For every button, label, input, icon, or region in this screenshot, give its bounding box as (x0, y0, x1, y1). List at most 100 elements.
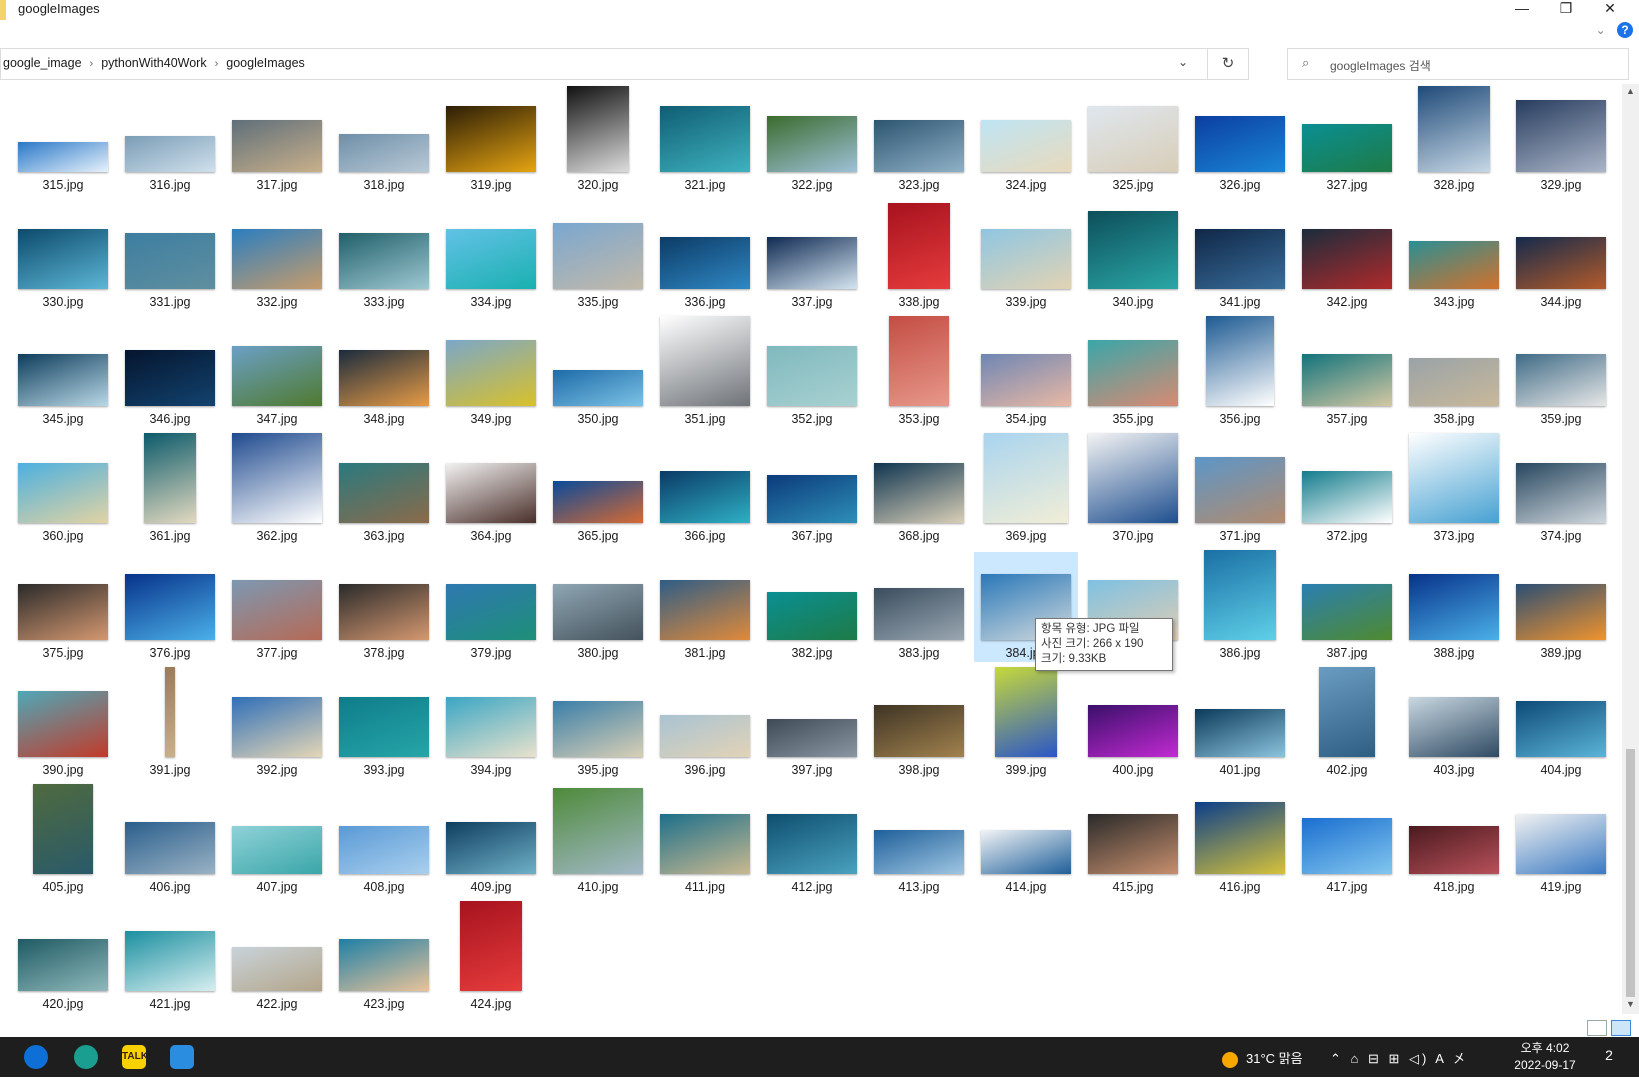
file-item[interactable]: 347.jpg (225, 318, 329, 428)
system-tray-icons[interactable]: ⌃ ⌂ ⊟ ⊞ ◁) A 㐅 (1330, 1048, 1469, 1088)
file-item[interactable]: 336.jpg (653, 201, 757, 311)
breadcrumb-pythonwith40work[interactable]: pythonWith40Work (101, 56, 206, 70)
chevron-right-icon[interactable]: › (90, 58, 94, 70)
file-item[interactable]: 317.jpg (225, 84, 329, 194)
file-item[interactable]: 365.jpg (546, 435, 650, 545)
refresh-button[interactable]: ↻ (1207, 49, 1248, 79)
search-input[interactable]: ⌕ googleImages 검색 (1287, 48, 1629, 80)
file-item[interactable]: 369.jpg (974, 433, 1078, 545)
file-item[interactable]: 322.jpg (760, 84, 864, 194)
file-item[interactable]: 357.jpg (1295, 318, 1399, 428)
file-item[interactable]: 318.jpg (332, 84, 436, 194)
file-item[interactable]: 400.jpg (1081, 669, 1185, 779)
notification-icon[interactable]: 2 (1598, 1047, 1620, 1067)
file-item[interactable]: 346.jpg (118, 318, 222, 428)
file-item[interactable]: 382.jpg (760, 552, 864, 662)
file-item[interactable]: 332.jpg (225, 201, 329, 311)
file-item[interactable]: 361.jpg (118, 433, 222, 545)
file-item[interactable]: 409.jpg (439, 786, 543, 896)
file-item[interactable]: 412.jpg (760, 786, 864, 896)
scroll-up-icon[interactable]: ▲ (1622, 86, 1639, 96)
file-item[interactable]: 423.jpg (332, 903, 436, 1013)
weather-widget[interactable]: 31°C 맑음 (1222, 1048, 1303, 1088)
file-item[interactable]: 416.jpg (1188, 786, 1292, 896)
file-item[interactable]: 377.jpg (225, 552, 329, 662)
large-icons-view-icon[interactable] (1611, 1020, 1631, 1036)
chevron-right-icon[interactable]: › (215, 58, 219, 70)
file-item[interactable]: 403.jpg (1402, 669, 1506, 779)
file-item[interactable]: 348.jpg (332, 318, 436, 428)
file-item[interactable]: 402.jpg (1295, 667, 1399, 779)
file-item[interactable]: 404.jpg (1509, 669, 1613, 779)
file-item[interactable]: 418.jpg (1402, 786, 1506, 896)
file-item[interactable]: 341.jpg (1188, 201, 1292, 311)
breadcrumb-googleimages[interactable]: googleImages (226, 56, 305, 70)
vertical-scrollbar[interactable]: ▲ ▼ (1622, 84, 1639, 1014)
file-item[interactable]: 378.jpg (332, 552, 436, 662)
file-item[interactable]: 316.jpg (118, 84, 222, 194)
file-item[interactable]: 398.jpg (867, 669, 971, 779)
file-item[interactable]: 388.jpg (1402, 552, 1506, 662)
file-item[interactable]: 368.jpg (867, 435, 971, 545)
file-item[interactable]: 393.jpg (332, 669, 436, 779)
file-item[interactable]: 356.jpg (1188, 316, 1292, 428)
file-item[interactable]: 327.jpg (1295, 84, 1399, 194)
file-item[interactable]: 363.jpg (332, 435, 436, 545)
file-item[interactable]: 397.jpg (760, 669, 864, 779)
file-item[interactable]: 328.jpg (1402, 84, 1506, 194)
file-item[interactable]: 372.jpg (1295, 435, 1399, 545)
file-item[interactable]: 414.jpg (974, 786, 1078, 896)
file-item[interactable]: 370.jpg (1081, 433, 1185, 545)
details-view-icon[interactable] (1587, 1020, 1607, 1036)
file-item[interactable]: 335.jpg (546, 201, 650, 311)
file-item[interactable]: 417.jpg (1295, 786, 1399, 896)
file-item[interactable]: 319.jpg (439, 84, 543, 194)
taskbar-app-kakaotalk[interactable]: TALK (114, 1041, 154, 1073)
file-item[interactable]: 360.jpg (11, 435, 115, 545)
file-item[interactable]: 354.jpg (974, 318, 1078, 428)
file-item[interactable]: 367.jpg (760, 435, 864, 545)
taskbar-app-edge[interactable] (66, 1041, 106, 1073)
maximize-button[interactable]: ❐ (1544, 0, 1588, 16)
file-item[interactable]: 340.jpg (1081, 201, 1185, 311)
file-item[interactable]: 330.jpg (11, 201, 115, 311)
file-item[interactable]: 408.jpg (332, 786, 436, 896)
file-item[interactable]: 415.jpg (1081, 786, 1185, 896)
taskbar-clock[interactable]: 오후 4:02 2022-09-17 (1505, 1040, 1585, 1074)
file-item[interactable]: 376.jpg (118, 552, 222, 662)
file-item[interactable]: 389.jpg (1509, 552, 1613, 662)
file-item[interactable]: 381.jpg (653, 552, 757, 662)
file-item[interactable]: 326.jpg (1188, 84, 1292, 194)
minimize-button[interactable]: — (1500, 0, 1544, 16)
file-item[interactable]: 374.jpg (1509, 435, 1613, 545)
file-item[interactable]: 421.jpg (118, 903, 222, 1013)
file-item[interactable]: 324.jpg (974, 84, 1078, 194)
file-item[interactable]: 323.jpg (867, 84, 971, 194)
file-item[interactable]: 390.jpg (11, 669, 115, 779)
file-item[interactable]: 405.jpg (11, 784, 115, 896)
file-item[interactable]: 353.jpg (867, 316, 971, 428)
file-item[interactable]: 345.jpg (11, 318, 115, 428)
file-item[interactable]: 329.jpg (1509, 84, 1613, 194)
file-item[interactable]: 379.jpg (439, 552, 543, 662)
file-item[interactable]: 339.jpg (974, 201, 1078, 311)
file-item[interactable]: 315.jpg (11, 84, 115, 194)
file-item[interactable]: 350.jpg (546, 318, 650, 428)
file-item[interactable]: 371.jpg (1188, 435, 1292, 545)
file-item[interactable]: 401.jpg (1188, 669, 1292, 779)
file-item[interactable]: 410.jpg (546, 786, 650, 896)
file-item[interactable]: 394.jpg (439, 669, 543, 779)
expand-ribbon-icon[interactable]: ⌄ (1596, 23, 1606, 37)
file-item[interactable]: 320.jpg (546, 84, 650, 194)
file-item[interactable]: 392.jpg (225, 669, 329, 779)
file-item[interactable]: 419.jpg (1509, 786, 1613, 896)
file-item[interactable]: 352.jpg (760, 318, 864, 428)
address-dropdown-icon[interactable]: ⌄ (1178, 55, 1188, 69)
file-item[interactable]: 373.jpg (1402, 433, 1506, 545)
file-item[interactable]: 422.jpg (225, 903, 329, 1013)
help-icon[interactable]: ? (1617, 22, 1633, 38)
file-item[interactable]: 331.jpg (118, 201, 222, 311)
file-item[interactable]: 424.jpg (439, 901, 543, 1013)
address-bar[interactable]: google_image › pythonWith40Work › googleImag… (0, 48, 1249, 80)
file-item[interactable]: 362.jpg (225, 433, 329, 545)
